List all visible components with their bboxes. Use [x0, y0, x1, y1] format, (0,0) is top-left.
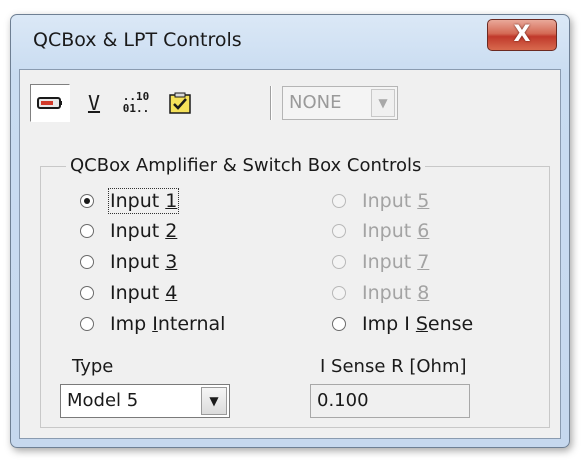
radio-dot [332, 194, 346, 208]
radio-dot [80, 194, 94, 208]
radio-label: Input 1 [107, 188, 180, 214]
radio-dot [80, 255, 94, 269]
radio-dot [80, 224, 94, 238]
checklist-icon [169, 92, 191, 114]
radio-label: Input 2 [110, 220, 178, 242]
radio-label: Input 3 [110, 251, 178, 273]
numeric-display-icon: ..10 01.. [123, 91, 150, 115]
radio-input-1[interactable]: Input 1 [80, 188, 180, 214]
chevron-down-icon: ▼ [378, 96, 388, 110]
radio-label: Input 7 [362, 251, 430, 273]
radio-dot [332, 286, 346, 300]
radio-input-5[interactable]: Input 5 [332, 188, 429, 214]
window-title: QCBox & LPT Controls [33, 29, 242, 51]
radio-input-7[interactable]: Input 7 [332, 249, 429, 275]
type-select-value: Model 5 [67, 390, 139, 411]
radio-label: Input 6 [362, 220, 430, 242]
channel-select-value: NONE [289, 92, 342, 113]
radio-input-3[interactable]: Input 3 [80, 249, 177, 275]
amplifier-tool-button[interactable] [30, 84, 70, 122]
radio-dot [332, 317, 346, 331]
radio-imp-i-sense[interactable]: Imp I Sense [332, 311, 473, 337]
channel-select[interactable]: NONE ▼ [282, 86, 398, 120]
voltage-tool-button[interactable]: V [74, 84, 114, 122]
radio-label: Input 8 [362, 282, 430, 304]
radio-label: Input 4 [110, 282, 178, 304]
radio-label: Imp I Sense [362, 313, 474, 335]
voltage-icon: V [87, 91, 101, 115]
isense-value-field[interactable]: 0.100 [310, 384, 470, 418]
toolbar-separator [270, 86, 272, 120]
close-icon: X [513, 22, 531, 47]
radio-dot [332, 224, 346, 238]
channel-select-arrow[interactable]: ▼ [371, 89, 395, 117]
amplifier-icon [37, 97, 62, 109]
client-area: V ..10 01.. NONE ▼ QCBox Amplifier & Swi… [19, 69, 561, 439]
type-select[interactable]: Model 5 ▼ [60, 384, 230, 418]
radio-dot [80, 286, 94, 300]
controls-group-label: QCBox Amplifier & Switch Box Controls [66, 155, 426, 176]
isense-label: I Sense R [Ohm] [320, 356, 467, 377]
radio-dot [80, 317, 94, 331]
close-button[interactable]: X [487, 19, 557, 51]
type-select-arrow[interactable]: ▼ [201, 387, 227, 415]
isense-value: 0.100 [317, 390, 369, 411]
radio-input-6[interactable]: Input 6 [332, 218, 429, 244]
qcbox-lpt-window: QCBox & LPT Controls X V ..10 01.. NONE … [10, 14, 570, 448]
type-label: Type [72, 356, 114, 377]
radio-input-8[interactable]: Input 8 [332, 280, 429, 306]
radio-label: Input 5 [362, 190, 430, 212]
toolbar: V ..10 01.. NONE ▼ [26, 80, 554, 128]
numeric-display-bottom: 01.. [122, 102, 150, 115]
checklist-tool-button[interactable] [160, 84, 200, 122]
chevron-down-icon: ▼ [209, 394, 219, 408]
radio-label: Imp Internal [110, 313, 226, 335]
radio-dot [332, 255, 346, 269]
title-bar[interactable]: QCBox & LPT Controls X [11, 15, 569, 71]
radio-input-2[interactable]: Input 2 [80, 218, 177, 244]
radio-input-4[interactable]: Input 4 [80, 280, 177, 306]
radio-imp-internal[interactable]: Imp Internal [80, 311, 225, 337]
numeric-display-tool-button[interactable]: ..10 01.. [116, 84, 156, 122]
